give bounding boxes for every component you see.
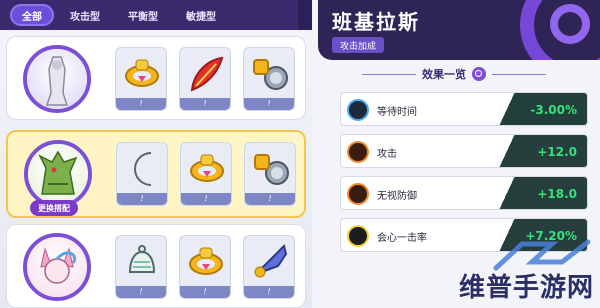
scope-lens-icon [253,59,288,90]
item-level: ! [116,286,166,298]
build-row[interactable]: ! ! ! [6,224,306,308]
pokemon-avatar [23,233,91,301]
held-item-slot[interactable]: ! [243,47,295,111]
role-tag: 攻击加成 [332,37,385,53]
held-item-slot[interactable]: ! [243,235,295,299]
bell-icon [128,245,156,273]
tab-all[interactable]: 全部 [10,4,54,26]
attack-fist-icon [347,141,369,163]
golden-ring-icon [189,247,223,275]
tab-balanced[interactable]: 平衡型 [116,4,170,26]
item-level: ! [181,193,231,205]
golden-ring-icon [125,59,159,87]
pokemon-avatar [24,140,92,208]
red-feather-icon [190,56,224,92]
detail-panel: 班基拉斯 攻击加成 效果一览 等待时间 -3.00% 攻击 +12.0 无视防御… [312,0,600,308]
stat-label: 会心一击率 [377,233,427,244]
tabs-scroll-edge [298,0,312,30]
stat-row: 攻击 +12.0 [340,134,588,168]
clock-icon [347,99,369,121]
item-level: ! [244,98,294,110]
watermark-text: 维普手游网 [458,273,594,303]
stat-label: 等待时间 [377,107,417,118]
held-item-slot[interactable]: ! [179,47,231,111]
critical-hit-icon [347,225,369,247]
held-item-slot[interactable]: ! [116,142,168,206]
item-level: ! [180,98,230,110]
build-row-selected[interactable]: 更换搭配 ! ! ! [6,130,306,218]
tab-speed[interactable]: 敏捷型 [174,4,228,26]
stat-row: 等待时间 -3.00% [340,92,588,126]
pokemon-avatar [23,45,91,113]
divider [492,73,546,75]
filter-tabs: 全部 攻击型 平衡型 敏捷型 [0,0,312,30]
held-item-slot[interactable]: ! [179,235,231,299]
stat-value: +12.0 [499,135,587,167]
stat-label: 无视防御 [377,191,417,202]
golden-ring-icon [190,154,224,182]
stat-row: 无视防御 +18.0 [340,176,588,210]
held-item-slot[interactable]: ! [180,142,232,206]
effects-section-header: 效果一览 [318,64,590,84]
magnifier-icon[interactable] [472,67,486,81]
header-decoration [550,4,590,44]
stat-value: +18.0 [499,177,587,209]
item-level: ! [116,98,166,110]
silver-crescent-icon [134,152,152,186]
item-level: ! [117,193,167,205]
item-level: ! [180,286,230,298]
held-item-slot[interactable]: ! [115,235,167,299]
change-build-badge[interactable]: 更换搭配 [30,200,78,216]
stat-label: 攻击 [377,149,397,160]
held-item-slot[interactable]: ! [244,142,296,206]
build-list-panel: 全部 攻击型 平衡型 敏捷型 ! ! ! 更换搭配 ! ! ! ! ! ! [0,0,312,308]
effects-title: 效果一览 [422,68,466,81]
item-level: ! [245,193,295,205]
held-item-slot[interactable]: ! [115,47,167,111]
pokemon-name: 班基拉斯 [332,10,420,34]
pokemon-header: 班基拉斯 攻击加成 [318,0,600,60]
tab-attack[interactable]: 攻击型 [58,4,112,26]
stat-value: -3.00% [499,93,587,125]
scope-lens-icon [254,154,289,185]
build-row[interactable]: ! ! ! [6,36,306,120]
horn-icon [254,244,288,278]
pierce-defense-icon [347,183,369,205]
divider [362,73,416,75]
item-level: ! [244,286,294,298]
